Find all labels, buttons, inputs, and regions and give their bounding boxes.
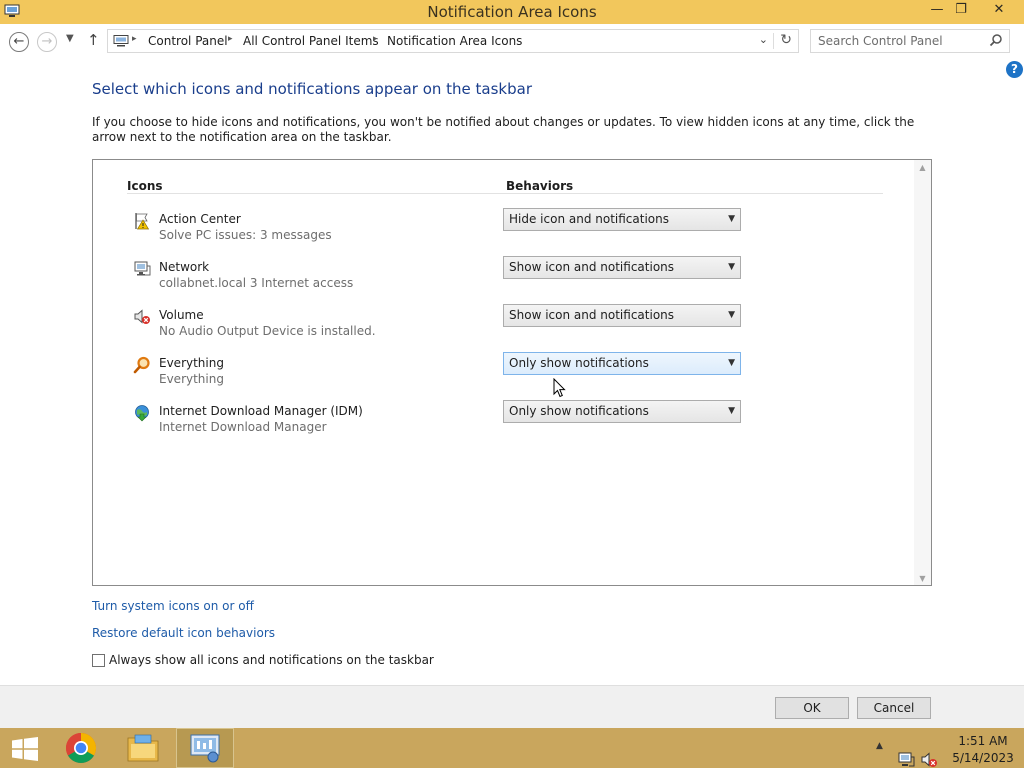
taskbar-clock-date[interactable]: 5/14/2023	[952, 751, 1014, 765]
behavior-dropdown-idm[interactable]: Only show notifications ▼	[503, 400, 741, 423]
behavior-value: Show icon and notifications	[509, 308, 675, 322]
dialog-footer: OK Cancel	[0, 685, 1024, 728]
list-item: Volume No Audio Output Device is install…	[93, 304, 893, 352]
address-history-chevron-icon[interactable]: ⌄	[759, 33, 768, 46]
computer-icon	[113, 35, 129, 47]
action-center-flag-icon	[135, 213, 150, 230]
taskbar-file-explorer[interactable]	[114, 728, 172, 768]
forward-button[interactable]: →	[37, 32, 57, 52]
breadcrumb-notification-area-icons[interactable]: Notification Area Icons	[387, 34, 522, 48]
behavior-value: Show icon and notifications	[509, 260, 675, 274]
list-item: Everything Everything Only show notifica…	[93, 352, 893, 400]
search-icon[interactable]	[989, 33, 1003, 47]
behavior-value: Hide icon and notifications	[509, 212, 669, 226]
scroll-down-icon[interactable]: ▼	[914, 574, 931, 583]
title-bar: Notification Area Icons — ❐ ✕	[0, 0, 1024, 24]
breadcrumb-separator: ▸	[228, 34, 233, 44]
scroll-up-icon[interactable]: ▲	[914, 163, 931, 172]
icon-name: Network	[159, 260, 210, 274]
icon-name: Volume	[159, 308, 204, 322]
breadcrumb-all-items[interactable]: All Control Panel Items	[243, 34, 379, 48]
taskbar-control-panel[interactable]	[176, 728, 234, 768]
icon-name: Internet Download Manager (IDM)	[159, 404, 363, 418]
behavior-value: Only show notifications	[509, 404, 649, 418]
icon-name: Action Center	[159, 212, 241, 226]
chevron-down-icon: ▼	[728, 262, 735, 272]
restore-button[interactable]: ❐	[946, 0, 976, 22]
show-hidden-icons-button[interactable]: ▲	[876, 741, 883, 768]
magnifier-icon	[133, 356, 150, 374]
icon-description: No Audio Output Device is installed.	[159, 324, 376, 338]
page-description: If you choose to hide icons and notifica…	[92, 115, 915, 144]
up-arrow-icon: ↑	[87, 31, 100, 49]
taskbar-clock-time[interactable]: 1:51 AM	[958, 734, 1008, 748]
taskbar: ▲	[0, 728, 1024, 768]
always-show-checkbox[interactable]	[92, 654, 105, 667]
globe-download-icon	[135, 405, 149, 422]
mouse-cursor-icon	[553, 378, 566, 398]
chevron-down-icon: ▼	[728, 214, 735, 224]
icon-description: Internet Download Manager	[159, 420, 327, 434]
icons-list-panel: Icons Behaviors Action Center Solve PC i…	[92, 159, 932, 586]
address-divider	[773, 33, 774, 49]
breadcrumb-control-panel[interactable]: Control Panel	[148, 34, 228, 48]
icon-description: collabnet.local 3 Internet access	[159, 276, 354, 290]
window-title: Notification Area Icons	[427, 3, 597, 21]
help-icon[interactable]: ?	[1006, 61, 1023, 78]
vertical-scrollbar[interactable]: ▲ ▼	[914, 160, 931, 585]
up-level-button[interactable]: ↑	[87, 31, 100, 49]
folder-icon	[127, 734, 159, 762]
column-header-icons: Icons	[127, 179, 163, 193]
turn-system-icons-link[interactable]: Turn system icons on or off	[92, 599, 254, 613]
tray-network-icon[interactable]	[897, 740, 915, 768]
behavior-dropdown-everything[interactable]: Only show notifications ▼	[503, 352, 741, 375]
behavior-value: Only show notifications	[509, 356, 649, 370]
start-button[interactable]	[0, 728, 58, 768]
back-button[interactable]: ←	[9, 32, 29, 52]
breadcrumb-separator: ▸	[373, 34, 378, 44]
windows-logo-icon	[12, 737, 38, 761]
chevron-down-icon: ▼	[728, 310, 735, 320]
list-item: Internet Download Manager (IDM) Internet…	[93, 400, 893, 448]
icon-description: Solve PC issues: 3 messages	[159, 228, 332, 242]
icon-name: Everything	[159, 356, 224, 370]
column-header-behaviors: Behaviors	[506, 179, 574, 193]
close-button[interactable]: ✕	[976, 0, 1022, 22]
address-bar[interactable]: ▸ Control Panel ▸ All Control Panel Item…	[107, 29, 799, 53]
breadcrumb-separator: ▸	[132, 34, 137, 44]
chevron-down-icon: ▼	[728, 358, 735, 368]
volume-muted-icon	[134, 309, 150, 324]
search-input[interactable]	[818, 31, 988, 51]
cancel-button[interactable]: Cancel	[857, 697, 931, 719]
icon-description: Everything	[159, 372, 224, 386]
recent-locations-chevron-icon[interactable]: ▼	[66, 33, 74, 44]
forward-arrow-icon: →	[41, 34, 53, 49]
page-title: Select which icons and notifications app…	[92, 80, 532, 98]
network-icon	[134, 261, 151, 276]
behavior-dropdown-volume[interactable]: Show icon and notifications ▼	[503, 304, 741, 327]
chrome-icon	[65, 733, 97, 764]
tray-volume-muted-icon[interactable]	[920, 740, 938, 768]
list-item: Action Center Solve PC issues: 3 message…	[93, 208, 893, 256]
search-box	[810, 29, 1010, 53]
behavior-dropdown-action-center[interactable]: Hide icon and notifications ▼	[503, 208, 741, 231]
control-panel-icon	[190, 734, 220, 763]
behavior-dropdown-network[interactable]: Show icon and notifications ▼	[503, 256, 741, 279]
chevron-down-icon: ▼	[728, 406, 735, 416]
back-arrow-icon: ←	[13, 34, 25, 49]
header-divider	[127, 193, 883, 194]
always-show-label[interactable]: Always show all icons and notifications …	[109, 653, 434, 667]
restore-default-behaviors-link[interactable]: Restore default icon behaviors	[92, 626, 275, 640]
list-item: Network collabnet.local 3 Internet acces…	[93, 256, 893, 304]
taskbar-chrome[interactable]	[54, 728, 112, 768]
ok-button[interactable]: OK	[775, 697, 849, 719]
refresh-icon[interactable]: ↻	[780, 32, 792, 48]
navigation-bar: ← → ▼ ↑ ▸ Control Panel ▸ All Control Pa…	[0, 24, 1024, 60]
